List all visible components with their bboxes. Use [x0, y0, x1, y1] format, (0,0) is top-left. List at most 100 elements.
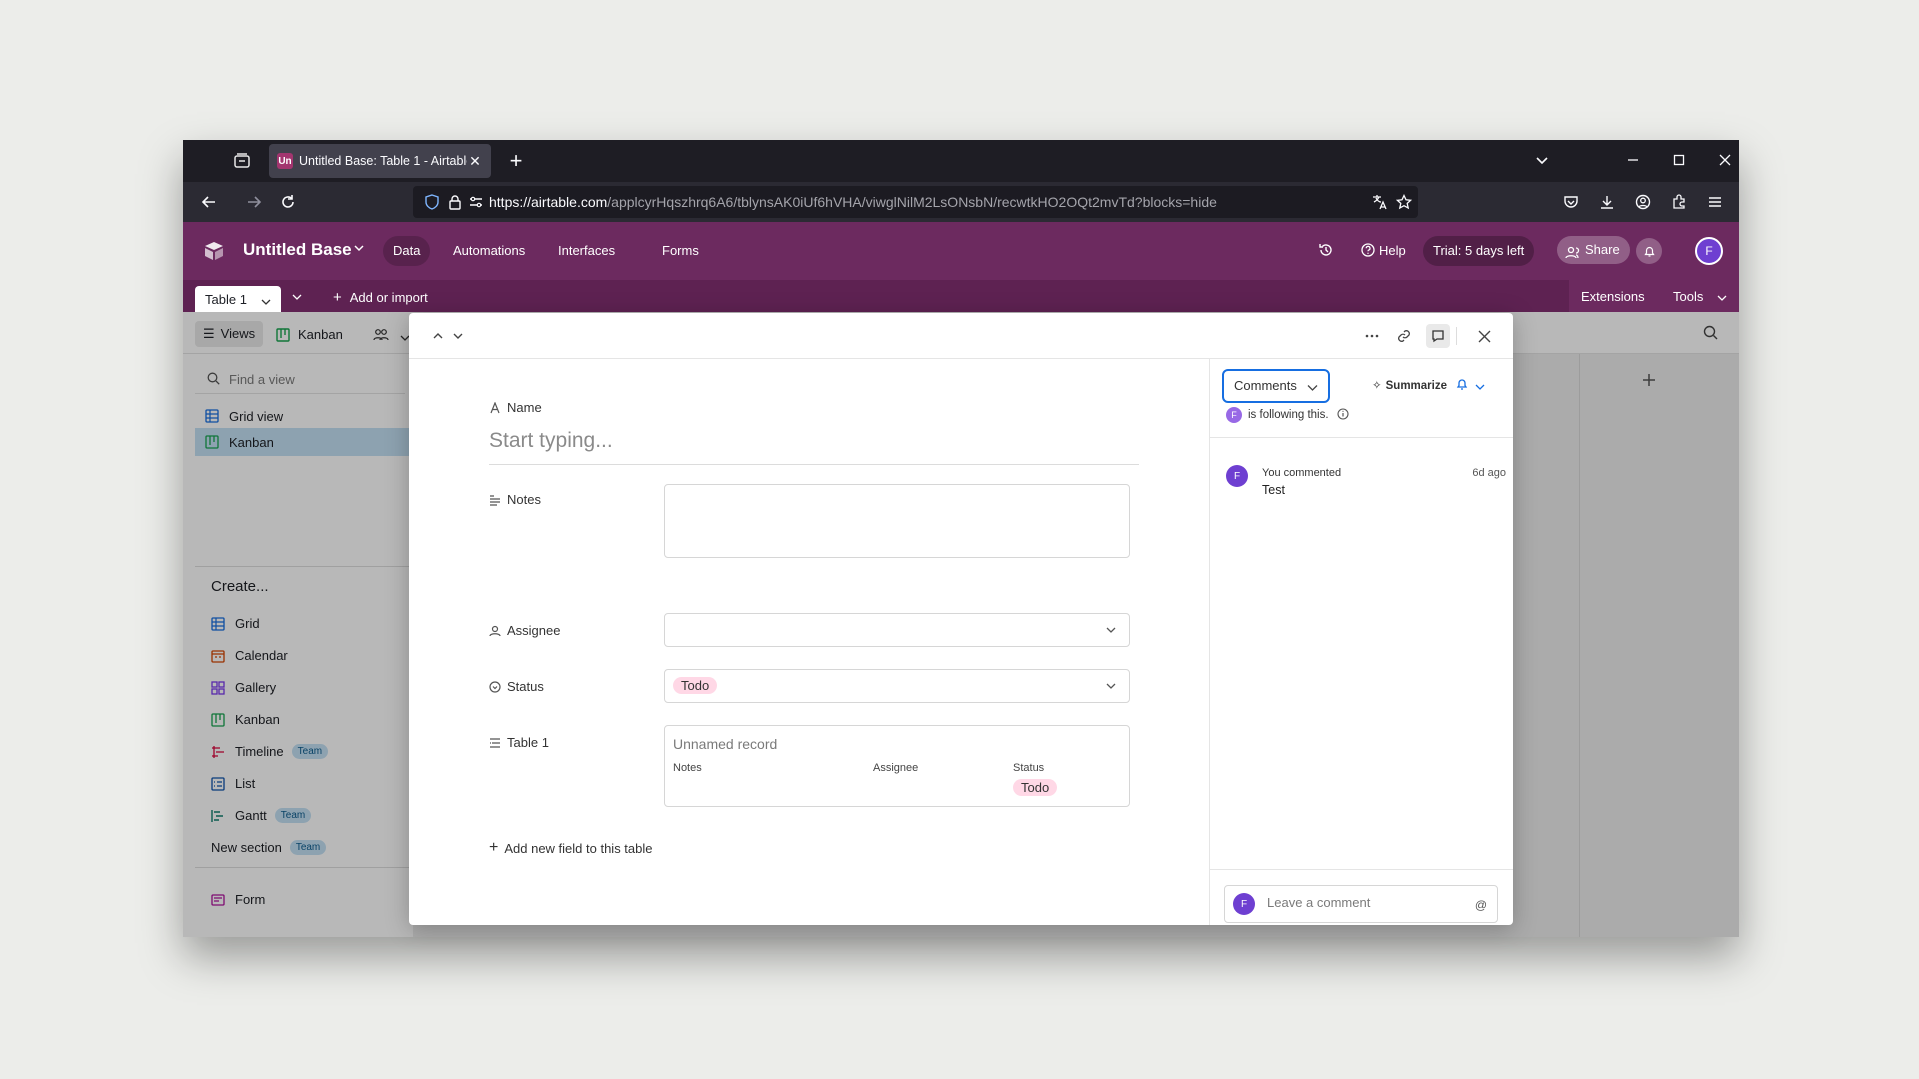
assignee-select[interactable]: [664, 613, 1130, 647]
more-options-icon[interactable]: [1363, 327, 1381, 345]
tools-chevron-icon[interactable]: [1717, 291, 1727, 306]
linked-record-title: Unnamed record: [673, 736, 778, 752]
linked-col-status: Status: [1013, 762, 1045, 774]
tab-strip: Un Untitled Base: Table 1 - Airtable ✕ +: [183, 140, 1739, 182]
record-modal: Name Start typing... Notes Assignee Stat…: [409, 313, 1513, 925]
url-bar[interactable]: https://airtable.com/applcyrHqszhrq6A6/t…: [413, 186, 1418, 218]
new-tab-icon[interactable]: +: [503, 148, 529, 174]
summarize-button[interactable]: ✧ Summarize: [1372, 378, 1447, 392]
comment-timestamp: 6d ago: [1472, 467, 1506, 479]
close-window-icon[interactable]: [1715, 150, 1735, 170]
trial-badge[interactable]: Trial: 5 days left: [1423, 236, 1535, 266]
comment-text: Test: [1262, 483, 1285, 497]
tab-overview-icon[interactable]: [233, 152, 251, 170]
notifications-bell-icon[interactable]: [1636, 238, 1662, 264]
mention-icon[interactable]: @: [1475, 898, 1487, 912]
back-icon[interactable]: [199, 192, 219, 212]
plus-icon: +: [489, 839, 499, 856]
linked-record-card[interactable]: Unnamed record Notes Assignee Status Tod…: [664, 725, 1130, 807]
user-icon: [489, 625, 501, 637]
toolbar-divider: [1456, 327, 1457, 345]
extensions-puzzle-icon[interactable]: [1669, 192, 1689, 212]
comment-author: You commented: [1262, 467, 1342, 479]
field-label-text: Status: [507, 679, 544, 694]
tab-title: Untitled Base: Table 1 - Airtable: [299, 154, 467, 168]
field-label-text: Name: [507, 400, 542, 415]
notification-bell-icon[interactable]: [1455, 377, 1469, 396]
pocket-icon[interactable]: [1561, 192, 1581, 212]
comments-toggle-icon[interactable]: [1426, 324, 1450, 348]
next-record-chevron-down-icon[interactable]: [449, 327, 467, 345]
table-bar: Table 1 + Add or import Extensions Tools: [183, 280, 1739, 316]
base-name[interactable]: Untitled Base: [243, 240, 352, 260]
comments-dropdown-label: Comments: [1234, 378, 1297, 393]
table-tab-chevron-icon[interactable]: [261, 295, 271, 310]
notes-field-label: Notes: [489, 492, 541, 507]
chevron-down-icon: [1307, 381, 1318, 396]
browser-tab[interactable]: Un Untitled Base: Table 1 - Airtable ✕: [269, 144, 491, 178]
tab-list-chevron-icon[interactable]: [1532, 150, 1552, 170]
field-label-text: Assignee: [507, 623, 561, 638]
name-placeholder: Start typing...: [489, 429, 613, 452]
summarize-label: Summarize: [1385, 380, 1447, 392]
comment-input[interactable]: [1267, 895, 1467, 910]
nav-interfaces[interactable]: Interfaces: [548, 236, 625, 266]
site-permissions-icon[interactable]: [467, 193, 485, 211]
airtable-logo-icon[interactable]: [203, 240, 225, 262]
help-link[interactable]: Help: [1379, 243, 1406, 258]
forward-icon[interactable]: [244, 192, 264, 212]
nav-automations[interactable]: Automations: [443, 236, 535, 266]
notification-chevron-icon[interactable]: [1475, 379, 1485, 397]
minimize-icon[interactable]: [1623, 150, 1643, 170]
comment-input-avatar: F: [1233, 893, 1255, 915]
add-field-label: Add new field to this table: [504, 840, 653, 856]
menu-hamburger-icon[interactable]: [1705, 192, 1725, 212]
comment-avatar: F: [1226, 465, 1248, 487]
copy-link-icon[interactable]: [1395, 327, 1413, 345]
single-select-icon: [489, 680, 501, 693]
comment-input-box[interactable]: F @: [1224, 885, 1498, 923]
user-avatar[interactable]: F: [1695, 237, 1723, 265]
lock-icon[interactable]: [446, 193, 464, 211]
comments-divider: [1210, 869, 1513, 870]
tab-favicon: Un: [277, 153, 293, 169]
tab-close-icon[interactable]: ✕: [467, 153, 483, 170]
bookmark-star-icon[interactable]: [1395, 193, 1413, 211]
tools-button[interactable]: Tools: [1673, 289, 1703, 304]
add-or-import-label: Add or import: [349, 290, 428, 305]
assignee-field-label: Assignee: [489, 623, 560, 638]
maximize-icon[interactable]: [1669, 150, 1689, 170]
translate-icon[interactable]: [1371, 193, 1389, 211]
browser-navbar: https://airtable.com/applcyrHqszhrq6A6/t…: [183, 182, 1739, 222]
shield-icon[interactable]: [423, 193, 441, 211]
share-users-icon: [1565, 242, 1581, 270]
info-icon[interactable]: [1336, 407, 1349, 423]
name-input[interactable]: Start typing...: [489, 429, 1139, 465]
all-tables-chevron-icon[interactable]: [291, 291, 303, 306]
nav-data[interactable]: Data: [383, 236, 431, 266]
add-or-import[interactable]: + Add or import: [333, 289, 428, 306]
text-field-icon: [489, 400, 501, 414]
nav-forms[interactable]: Forms: [652, 236, 709, 266]
reload-icon[interactable]: [278, 192, 298, 212]
history-icon[interactable]: [1318, 242, 1334, 261]
base-menu-chevron-icon[interactable]: [353, 242, 365, 257]
status-select[interactable]: Todo: [664, 669, 1130, 703]
app-header: Untitled Base Data Automations Interface…: [183, 222, 1739, 280]
downloads-icon[interactable]: [1597, 192, 1617, 212]
chevron-down-icon: [1105, 623, 1117, 635]
account-icon[interactable]: [1633, 192, 1653, 212]
field-label-text: Notes: [507, 492, 541, 507]
comments-dropdown[interactable]: Comments: [1222, 369, 1330, 403]
url-text: https://airtable.com/applcyrHqszhrq6A6/t…: [489, 194, 1217, 210]
follower-avatar: F: [1226, 407, 1242, 423]
following-text: is following this.: [1248, 409, 1329, 421]
share-button[interactable]: Share: [1557, 236, 1630, 264]
close-modal-icon[interactable]: [1475, 327, 1493, 345]
help-icon[interactable]: [1361, 243, 1375, 260]
previous-record-chevron-up-icon[interactable]: [429, 327, 447, 345]
add-new-field-button[interactable]: + Add new field to this table: [489, 839, 653, 857]
linked-col-notes: Notes: [673, 762, 702, 774]
notes-textarea[interactable]: [664, 484, 1130, 558]
extensions-button[interactable]: Extensions: [1581, 289, 1645, 304]
